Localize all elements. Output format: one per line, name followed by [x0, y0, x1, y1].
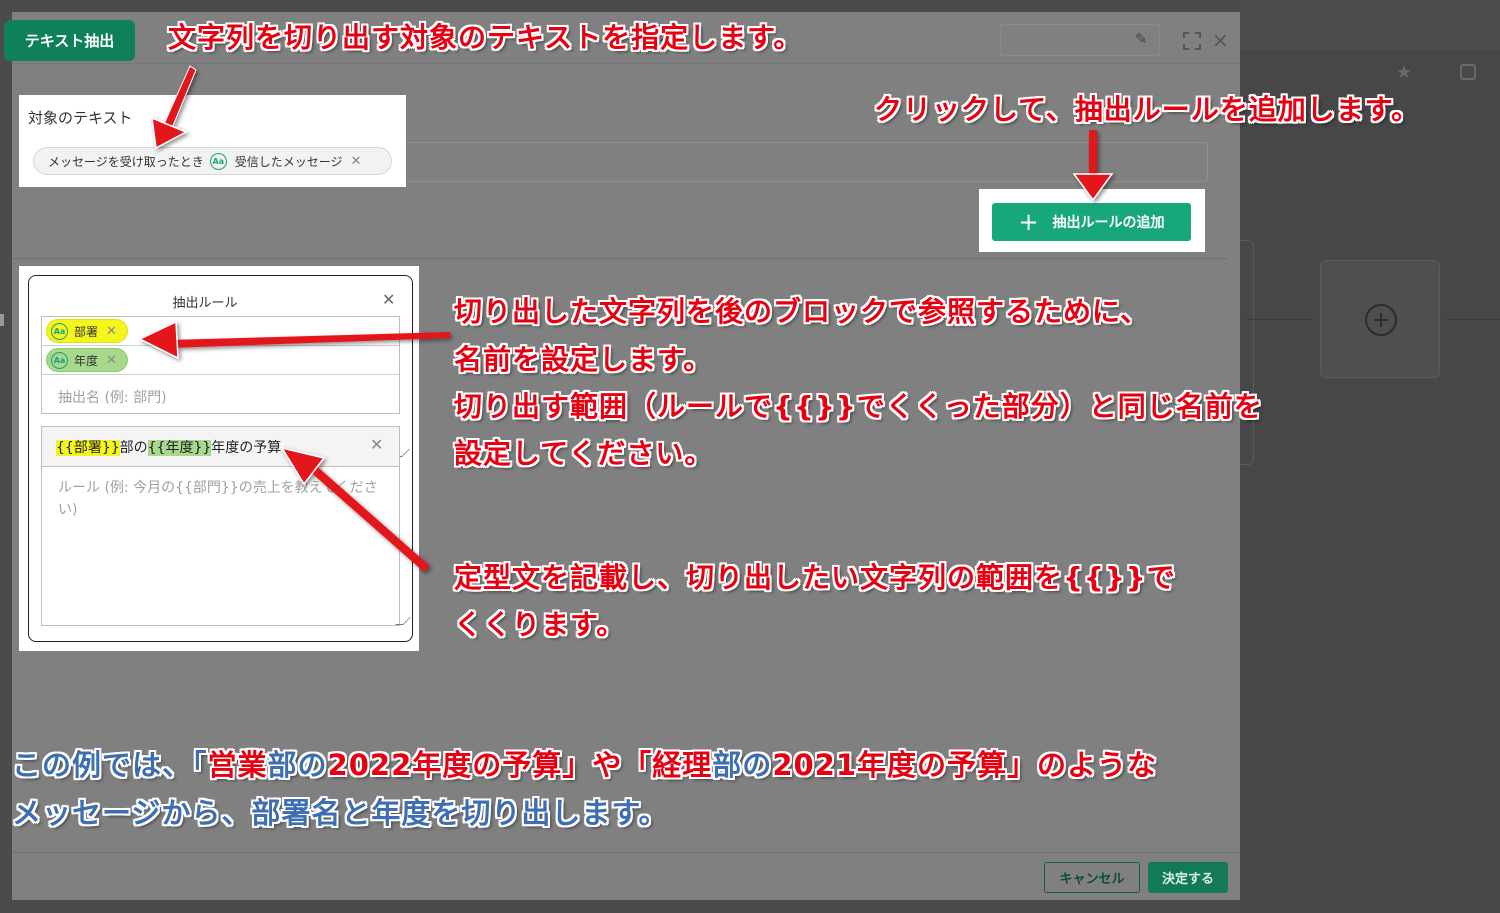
annotation-target: 文字列を切り出す対象のテキストを指定します。 — [168, 21, 803, 54]
annotation-names-1: 切り出した文字列を後のブロックで参照するために、 — [454, 295, 1150, 328]
annotation-rule-2: くくります。 — [454, 608, 626, 641]
arrow-to-add-button — [1072, 130, 1114, 202]
arrow-to-rule — [280, 446, 430, 572]
annotation-add-rule: クリックして、抽出ルールを追加します。 — [874, 93, 1420, 126]
annotation-rule-1: 定型文を記載し、切り出したい文字列の範囲を{{}}で — [454, 561, 1176, 594]
annotation-names-3: 切り出す範囲（ルールで{{}}でくくった部分）と同じ名前を — [454, 390, 1263, 423]
annotation-example-1: この例では、「営業部の2022年度の予算」や「経理部の2021年度の予算」のよう… — [12, 748, 1158, 782]
arrow-to-target-text — [151, 65, 197, 150]
annotation-example-2: メッセージから、部署名と年度を切り出します。 — [12, 796, 669, 830]
arrow-to-names — [138, 320, 450, 360]
annotation-names-4: 設定してください。 — [454, 437, 714, 470]
annotation-names-2: 名前を設定します。 — [454, 343, 713, 376]
